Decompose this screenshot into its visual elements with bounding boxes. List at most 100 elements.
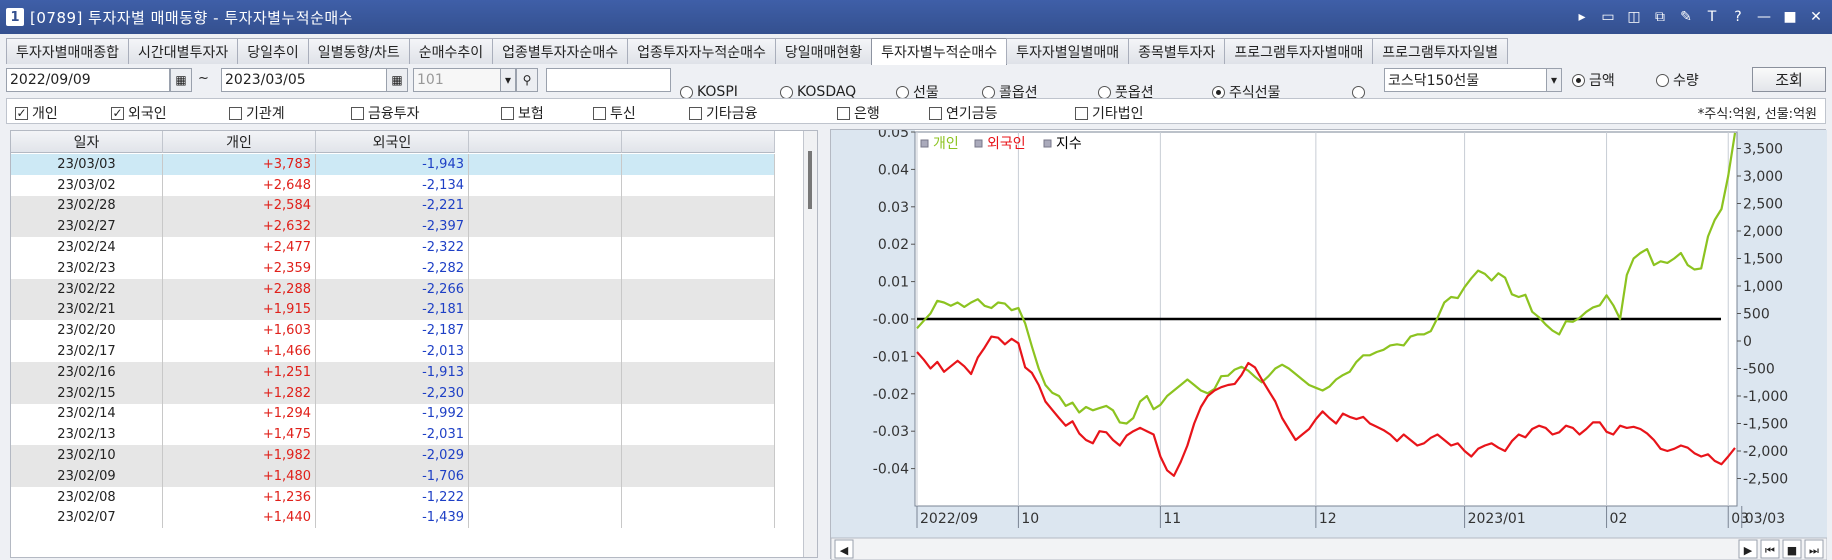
- table-row[interactable]: 23/02/08 +1,236 -1,222: [11, 486, 775, 508]
- tab-3[interactable]: 일별동향/차트: [307, 38, 410, 64]
- filter-checkbox-4[interactable]: 보험: [501, 103, 544, 123]
- checkbox-box[interactable]: [501, 106, 514, 120]
- tab-10[interactable]: 종목별투자자: [1128, 38, 1226, 64]
- table-row[interactable]: 23/03/02 +2,648 -2,134: [11, 174, 775, 196]
- code-input[interactable]: 101: [413, 68, 501, 92]
- table-row[interactable]: 23/02/22 +2,288 -2,266: [11, 278, 775, 300]
- futures-select[interactable]: 코스닥150선물: [1384, 68, 1548, 92]
- empty-cell: [469, 154, 622, 175]
- column-header[interactable]: 외국인: [316, 131, 469, 153]
- table-row[interactable]: 23/02/21 +1,915 -2,181: [11, 299, 775, 321]
- calendar-icon[interactable]: ▦: [170, 68, 192, 92]
- radio-dot[interactable]: [680, 85, 693, 99]
- amount-radio[interactable]: 금액: [1572, 68, 1615, 92]
- table-row[interactable]: 23/02/07 +1,440 -1,439: [11, 507, 775, 529]
- column-header[interactable]: 개인: [163, 131, 316, 153]
- tab-2[interactable]: 당일추이: [237, 38, 309, 64]
- help-icon[interactable]: ?: [1730, 9, 1746, 25]
- radio-dot[interactable]: [1212, 85, 1225, 99]
- end-date-input[interactable]: 2023/03/05: [221, 68, 387, 92]
- window-icon[interactable]: ⧉: [1652, 9, 1668, 25]
- maximize-icon[interactable]: ■: [1782, 9, 1798, 25]
- table-row[interactable]: 23/02/17 +1,466 -2,013: [11, 341, 775, 362]
- tab-9[interactable]: 투자자별일별매매: [1006, 38, 1130, 64]
- checkbox-box[interactable]: [929, 106, 942, 120]
- table-row[interactable]: 23/03/03 +3,783 -1,943: [11, 154, 775, 175]
- column-header[interactable]: 일자: [11, 131, 163, 153]
- search-icon[interactable]: ⚲: [516, 68, 538, 92]
- empty-cell: [469, 382, 622, 404]
- table-row[interactable]: 23/02/28 +2,584 -2,221: [11, 195, 775, 217]
- column-header[interactable]: [622, 131, 775, 153]
- tab-11[interactable]: 프로그램투자자별매매: [1224, 38, 1374, 64]
- table-row[interactable]: 23/02/16 +1,251 -1,913: [11, 361, 775, 383]
- scroll-thumb[interactable]: [808, 151, 812, 209]
- checkbox-box[interactable]: ✓: [111, 106, 124, 120]
- chart-nav-glyph[interactable]: ⏭: [1809, 544, 1819, 557]
- chart-nav-glyph[interactable]: ▶: [1744, 544, 1753, 557]
- chevron-down-icon[interactable]: ▾: [500, 68, 516, 92]
- chart-nav-glyph[interactable]: ◀: [840, 544, 849, 557]
- filter-checkbox-5[interactable]: 투신: [593, 103, 636, 123]
- filter-checkbox-2[interactable]: 기관계: [229, 103, 285, 123]
- paint-icon[interactable]: ✎: [1678, 9, 1694, 25]
- tab-6[interactable]: 업종투자자누적순매수: [627, 38, 776, 64]
- filter-checkbox-6[interactable]: 기타금융: [689, 103, 758, 123]
- tab-5[interactable]: 업종별투자자순매수: [492, 38, 629, 64]
- radio-dot[interactable]: [1572, 73, 1585, 87]
- radio-dot[interactable]: [1656, 73, 1669, 87]
- checkbox-box[interactable]: [689, 106, 702, 120]
- arrow-right-icon[interactable]: ▸: [1574, 9, 1590, 25]
- table-vertical-scrollbar[interactable]: [803, 131, 817, 557]
- individual-cell: +1,236: [163, 486, 316, 508]
- tab-1[interactable]: 시간대별투자자: [128, 38, 239, 64]
- calendar-icon[interactable]: ▦: [386, 68, 408, 92]
- quantity-radio[interactable]: 수량: [1656, 68, 1699, 92]
- empty-cell: [622, 424, 775, 446]
- radio-dot[interactable]: [780, 85, 793, 99]
- table-row[interactable]: 23/02/27 +2,632 -2,397: [11, 216, 775, 238]
- date-cell: 23/03/03: [11, 154, 163, 175]
- code-name-input[interactable]: [546, 68, 671, 92]
- filter-checkbox-1[interactable]: ✓ 외국인: [111, 103, 167, 123]
- radio-dot[interactable]: [896, 85, 909, 99]
- tab-0[interactable]: 투자자별매매종합: [6, 38, 130, 64]
- table-row[interactable]: 23/02/13 +1,475 -2,031: [11, 424, 775, 446]
- filter-checkbox-0[interactable]: ✓ 개인: [15, 103, 58, 123]
- filter-checkbox-8[interactable]: 연기금등: [929, 103, 998, 123]
- table-row[interactable]: 23/02/09 +1,480 -1,706: [11, 465, 775, 487]
- font-icon[interactable]: T: [1704, 9, 1720, 25]
- tab-8[interactable]: 투자자별누적순매수: [871, 38, 1008, 65]
- tab-12[interactable]: 프로그램투자자일별: [1372, 38, 1509, 64]
- radio-dot[interactable]: [1352, 85, 1365, 99]
- layout-icon[interactable]: ◫: [1626, 9, 1642, 25]
- table-row[interactable]: 23/02/10 +1,982 -2,029: [11, 445, 775, 466]
- checkbox-box[interactable]: [1075, 106, 1088, 120]
- table-row[interactable]: 23/02/24 +2,477 -2,322: [11, 237, 775, 258]
- start-date-input[interactable]: 2022/09/09: [6, 68, 170, 92]
- filter-checkbox-9[interactable]: 기타법인: [1075, 103, 1144, 123]
- radio-dot[interactable]: [982, 85, 995, 99]
- checkbox-box[interactable]: ✓: [15, 106, 28, 120]
- tab-7[interactable]: 당일매매현황: [774, 38, 873, 64]
- filter-checkbox-7[interactable]: 은행: [837, 103, 880, 123]
- minimize-icon[interactable]: —: [1756, 9, 1772, 25]
- chart-nav-glyph[interactable]: ■: [1787, 544, 1797, 557]
- checkbox-box[interactable]: [837, 106, 850, 120]
- checkbox-box[interactable]: [351, 106, 364, 120]
- column-header[interactable]: [469, 131, 622, 153]
- radio-dot[interactable]: [1098, 85, 1111, 99]
- close-icon[interactable]: ✕: [1808, 9, 1824, 25]
- chevron-down-icon[interactable]: ▾: [1546, 68, 1562, 92]
- search-button[interactable]: 조회: [1752, 67, 1826, 92]
- chart-nav-glyph[interactable]: ⏮: [1765, 544, 1775, 557]
- checkbox-box[interactable]: [229, 106, 242, 120]
- filter-checkbox-3[interactable]: 금융투자: [351, 103, 420, 123]
- tab-4[interactable]: 순매수추이: [408, 38, 494, 64]
- table-row[interactable]: 23/02/23 +2,359 -2,282: [11, 257, 775, 279]
- table-row[interactable]: 23/02/15 +1,282 -2,230: [11, 382, 775, 404]
- screen-icon[interactable]: ▭: [1600, 9, 1616, 25]
- checkbox-box[interactable]: [593, 106, 606, 120]
- table-row[interactable]: 23/02/14 +1,294 -1,992: [11, 403, 775, 425]
- table-row[interactable]: 23/02/20 +1,603 -2,187: [11, 320, 775, 342]
